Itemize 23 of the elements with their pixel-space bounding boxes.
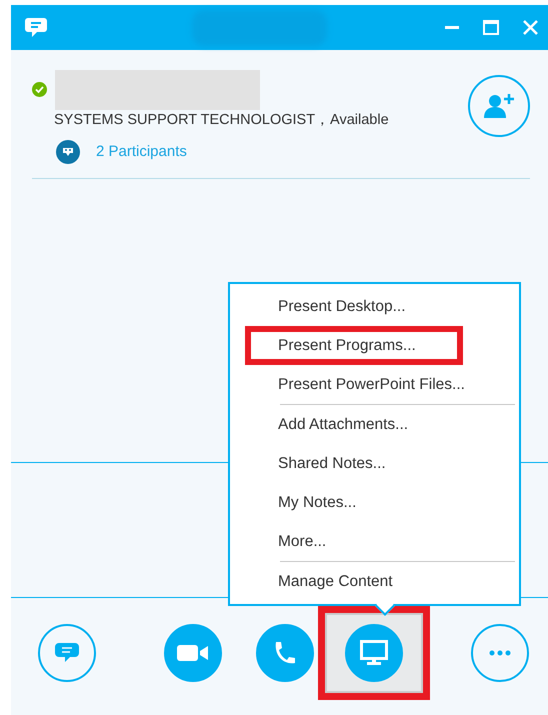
menu-item[interactable]: Present Programs...: [245, 326, 463, 365]
monitor-icon: [360, 640, 388, 666]
minimize-icon[interactable]: [445, 26, 459, 30]
menu-item[interactable]: Present PowerPoint Files...: [230, 365, 519, 404]
add-person-icon: [482, 91, 516, 121]
menu-item[interactable]: More...: [230, 522, 519, 561]
menu-item[interactable]: Shared Notes...: [230, 444, 519, 483]
menu-item[interactable]: Add Attachments...: [230, 405, 519, 444]
chat-icon: [24, 16, 48, 38]
menu-item[interactable]: Manage Content: [230, 562, 519, 601]
menu-item[interactable]: My Notes...: [230, 483, 519, 522]
video-camera-icon: [177, 642, 209, 662]
more-icon: [489, 650, 511, 656]
add-person-button[interactable]: [468, 75, 530, 137]
more-button[interactable]: [471, 624, 529, 682]
contact-subtitle: SYSTEMS SUPPORT TECHNOLOGIST，Available: [54, 111, 390, 130]
menu-item[interactable]: Present Desktop...: [230, 287, 519, 326]
chat-button[interactable]: [38, 624, 96, 682]
participants-icon: [56, 140, 80, 164]
close-icon[interactable]: [523, 20, 538, 35]
chat-icon: [54, 640, 80, 664]
phone-icon: [273, 640, 297, 666]
maximize-icon[interactable]: [483, 20, 499, 35]
